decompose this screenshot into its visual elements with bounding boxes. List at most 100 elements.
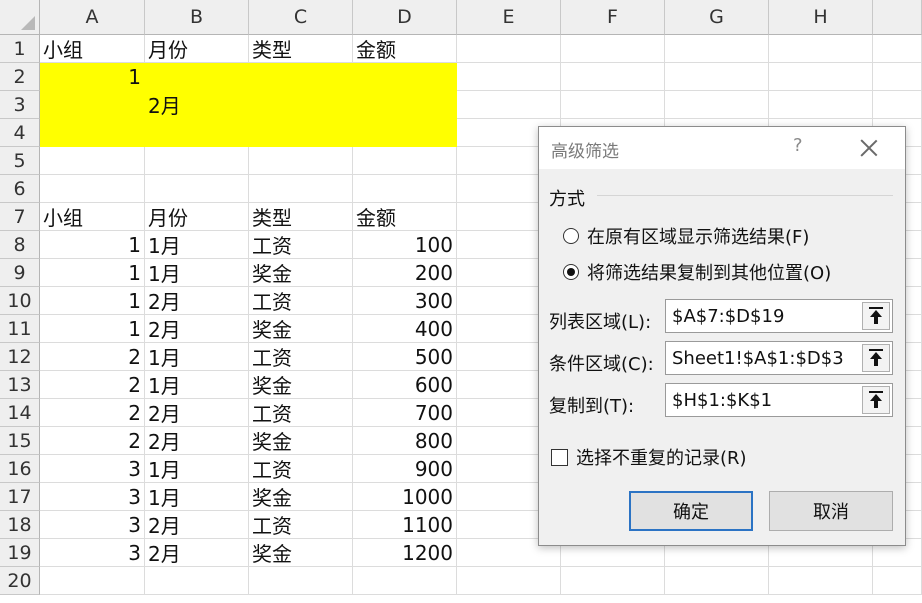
- unique-records-box[interactable]: [551, 448, 568, 466]
- row-header-13[interactable]: 13: [0, 371, 40, 399]
- cell-d7[interactable]: 金额: [353, 203, 457, 231]
- radio-copy-to-location[interactable]: 将筛选结果复制到其他位置(O): [563, 259, 831, 285]
- cell-d19[interactable]: 1200: [353, 539, 457, 567]
- list-range-collapse-button[interactable]: [862, 302, 890, 330]
- cell-a7[interactable]: 小组: [40, 203, 145, 231]
- empty-cell[interactable]: [665, 35, 769, 63]
- row-header-4[interactable]: 4: [0, 119, 40, 147]
- cell-c9[interactable]: 奖金: [249, 259, 353, 287]
- empty-cell[interactable]: [40, 147, 145, 175]
- cell-c8[interactable]: 工资: [249, 231, 353, 259]
- cell-c15[interactable]: 奖金: [249, 427, 353, 455]
- cell-c18[interactable]: 工资: [249, 511, 353, 539]
- cell-b8[interactable]: 1月: [145, 231, 249, 259]
- cancel-button[interactable]: 取消: [769, 491, 893, 531]
- row-header-10[interactable]: 10: [0, 287, 40, 315]
- empty-cell[interactable]: [873, 35, 922, 63]
- cell-d1[interactable]: 金额: [353, 35, 457, 63]
- column-header-e[interactable]: E: [457, 0, 561, 35]
- cell-a10[interactable]: 1: [40, 287, 145, 315]
- cell-b9[interactable]: 1月: [145, 259, 249, 287]
- empty-cell[interactable]: [145, 147, 249, 175]
- cell-a9[interactable]: 1: [40, 259, 145, 287]
- cell-d14[interactable]: 700: [353, 399, 457, 427]
- cell-d12[interactable]: 500: [353, 343, 457, 371]
- cell-b1[interactable]: 月份: [145, 35, 249, 63]
- cell-d9[interactable]: 200: [353, 259, 457, 287]
- row-header-2[interactable]: 2: [0, 63, 40, 91]
- cell-a3[interactable]: [40, 91, 145, 119]
- empty-cell[interactable]: [769, 91, 873, 119]
- row-header-1[interactable]: 1: [0, 35, 40, 63]
- row-header-17[interactable]: 17: [0, 483, 40, 511]
- cell-a1[interactable]: 小组: [40, 35, 145, 63]
- column-header-f[interactable]: F: [561, 0, 665, 35]
- empty-cell[interactable]: [769, 35, 873, 63]
- cell-d16[interactable]: 900: [353, 455, 457, 483]
- row-header-12[interactable]: 12: [0, 343, 40, 371]
- cell-c11[interactable]: 奖金: [249, 315, 353, 343]
- cell-b12[interactable]: 1月: [145, 343, 249, 371]
- empty-cell[interactable]: [353, 567, 457, 595]
- empty-cell[interactable]: [457, 91, 561, 119]
- cell-b3[interactable]: 2月: [145, 91, 249, 119]
- empty-cell[interactable]: [145, 175, 249, 203]
- cell-c17[interactable]: 奖金: [249, 483, 353, 511]
- cell-c10[interactable]: 工资: [249, 287, 353, 315]
- cell-b18[interactable]: 2月: [145, 511, 249, 539]
- cell-c4[interactable]: [249, 119, 353, 147]
- cell-d10[interactable]: 300: [353, 287, 457, 315]
- cell-d8[interactable]: 100: [353, 231, 457, 259]
- empty-cell[interactable]: [665, 91, 769, 119]
- row-header-20[interactable]: 20: [0, 567, 40, 595]
- radio-filter-in-place[interactable]: 在原有区域显示筛选结果(F): [563, 223, 809, 249]
- empty-cell[interactable]: [353, 175, 457, 203]
- cell-a8[interactable]: 1: [40, 231, 145, 259]
- empty-cell[interactable]: [561, 91, 665, 119]
- empty-cell[interactable]: [249, 147, 353, 175]
- empty-cell[interactable]: [249, 567, 353, 595]
- row-header-5[interactable]: 5: [0, 147, 40, 175]
- empty-cell[interactable]: [665, 63, 769, 91]
- row-header-7[interactable]: 7: [0, 203, 40, 231]
- empty-cell[interactable]: [769, 63, 873, 91]
- cell-d17[interactable]: 1000: [353, 483, 457, 511]
- ok-button[interactable]: 确定: [629, 491, 753, 531]
- cell-c19[interactable]: 奖金: [249, 539, 353, 567]
- help-icon[interactable]: ?: [793, 135, 803, 156]
- criteria-range-collapse-button[interactable]: [862, 344, 890, 372]
- cell-c16[interactable]: 工资: [249, 455, 353, 483]
- close-icon[interactable]: [857, 136, 881, 160]
- cell-a4[interactable]: [40, 119, 145, 147]
- list-range-input[interactable]: [666, 300, 860, 332]
- dialog-titlebar[interactable]: 高级筛选 ?: [539, 127, 905, 169]
- cell-b17[interactable]: 1月: [145, 483, 249, 511]
- empty-cell[interactable]: [769, 567, 873, 595]
- empty-cell[interactable]: [249, 175, 353, 203]
- criteria-range-input[interactable]: [666, 342, 860, 374]
- column-header-h[interactable]: H: [769, 0, 873, 35]
- select-all-corner[interactable]: [0, 0, 40, 35]
- cell-a12[interactable]: 2: [40, 343, 145, 371]
- column-header-d[interactable]: D: [353, 0, 457, 35]
- empty-cell[interactable]: [873, 63, 922, 91]
- cell-a13[interactable]: 2: [40, 371, 145, 399]
- cell-b19[interactable]: 2月: [145, 539, 249, 567]
- row-header-11[interactable]: 11: [0, 315, 40, 343]
- empty-cell[interactable]: [457, 567, 561, 595]
- empty-cell[interactable]: [40, 567, 145, 595]
- row-header-3[interactable]: 3: [0, 91, 40, 119]
- row-header-6[interactable]: 6: [0, 175, 40, 203]
- empty-cell[interactable]: [873, 567, 922, 595]
- radio-in-place-indicator[interactable]: [563, 228, 579, 244]
- cell-b11[interactable]: 2月: [145, 315, 249, 343]
- cell-a17[interactable]: 3: [40, 483, 145, 511]
- cell-b7[interactable]: 月份: [145, 203, 249, 231]
- row-header-19[interactable]: 19: [0, 539, 40, 567]
- cell-d4[interactable]: [353, 119, 457, 147]
- copy-to-collapse-button[interactable]: [862, 386, 890, 414]
- cell-c3[interactable]: [249, 91, 353, 119]
- cell-c12[interactable]: 工资: [249, 343, 353, 371]
- empty-cell[interactable]: [561, 567, 665, 595]
- copy-to-input[interactable]: [666, 384, 860, 416]
